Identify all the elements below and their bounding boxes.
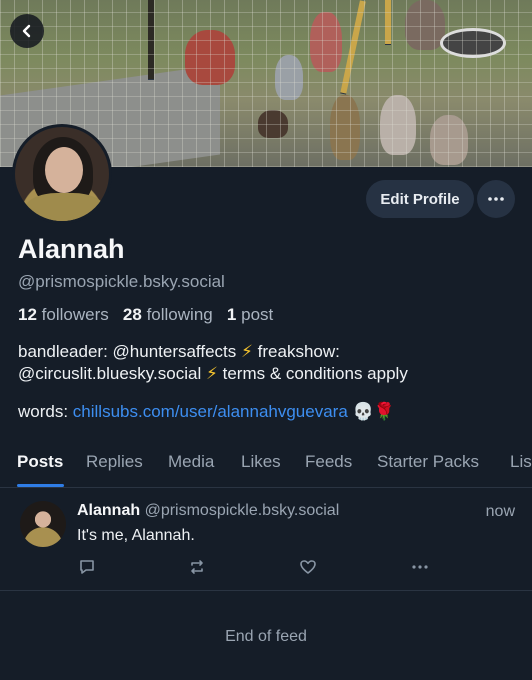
- active-tab-indicator: [17, 484, 64, 487]
- profile-words-line: words: chillsubs.com/user/alannahvguevar…: [18, 402, 395, 422]
- ellipsis-icon: [412, 565, 428, 569]
- bio-text: @circuslit.bluesky.social: [18, 364, 206, 383]
- lightning-icon: ⚡: [205, 364, 218, 383]
- profile-more-button[interactable]: [477, 180, 515, 218]
- bio-text: terms & conditions apply: [217, 364, 408, 383]
- words-label: words:: [18, 402, 73, 421]
- following-count: 28: [122, 305, 142, 324]
- profile-tabs: Posts Replies Media Likes Feeds Starter …: [0, 448, 532, 488]
- post-author-name[interactable]: Alannah: [77, 502, 140, 519]
- post-author-line: Alannah @prismospickle.bsky.social: [77, 502, 339, 520]
- posts-count: 1: [226, 305, 237, 324]
- posts-label: post: [241, 305, 274, 324]
- like-button[interactable]: [298, 557, 318, 577]
- following-label: following: [146, 305, 213, 324]
- like-icon: [300, 560, 316, 574]
- chevron-left-icon: [22, 24, 31, 38]
- tab-feeds[interactable]: Feeds: [305, 452, 352, 472]
- ellipsis-icon: [488, 197, 504, 201]
- bio-text: bandleader: @huntersaffects: [18, 342, 241, 361]
- words-link[interactable]: chillsubs.com/user/alannahvguevara: [73, 402, 348, 421]
- tab-likes[interactable]: Likes: [241, 452, 281, 472]
- reply-button[interactable]: [77, 557, 97, 577]
- posts-count-info: 1 post: [227, 305, 273, 324]
- tab-posts[interactable]: Posts: [17, 452, 63, 472]
- post-avatar[interactable]: [20, 501, 66, 547]
- back-button[interactable]: [10, 14, 44, 48]
- lightning-icon: ⚡: [240, 342, 253, 361]
- bio-text: freakshow:: [252, 342, 340, 361]
- repost-button[interactable]: [187, 557, 207, 577]
- edit-profile-button[interactable]: Edit Profile: [366, 180, 474, 218]
- feed-post[interactable]: Alannah @prismospickle.bsky.social now I…: [0, 489, 532, 591]
- profile-bio: bandleader: @huntersaffects ⚡ freakshow:…: [18, 341, 518, 385]
- repost-icon: [191, 560, 203, 574]
- tab-starter-packs[interactable]: Starter Packs: [377, 452, 479, 472]
- post-timestamp: now: [485, 503, 515, 520]
- followers-label: followers: [41, 305, 109, 324]
- post-text: It's me, Alannah.: [77, 527, 195, 544]
- post-more-button[interactable]: [410, 557, 430, 577]
- profile-avatar[interactable]: [12, 124, 112, 224]
- avatar-face: [45, 147, 83, 193]
- followers-link[interactable]: 12 followers: [18, 305, 109, 324]
- end-of-feed: End of feed: [225, 628, 307, 645]
- tab-lists[interactable]: Lis: [510, 452, 532, 472]
- profile-stats: 12 followers 28 following 1 post: [18, 305, 273, 325]
- avatar-body: [25, 193, 105, 221]
- profile-name: Alannah: [18, 234, 125, 264]
- following-link[interactable]: 28 following: [123, 305, 213, 324]
- profile-handle[interactable]: @prismospickle.bsky.social: [18, 272, 225, 292]
- tab-replies[interactable]: Replies: [86, 452, 143, 472]
- tab-media[interactable]: Media: [168, 452, 214, 472]
- skull-rose-emoji: 💀🌹: [352, 402, 395, 421]
- post-author-handle[interactable]: @prismospickle.bsky.social: [145, 502, 340, 519]
- followers-count: 12: [18, 305, 37, 324]
- reply-icon: [80, 560, 94, 574]
